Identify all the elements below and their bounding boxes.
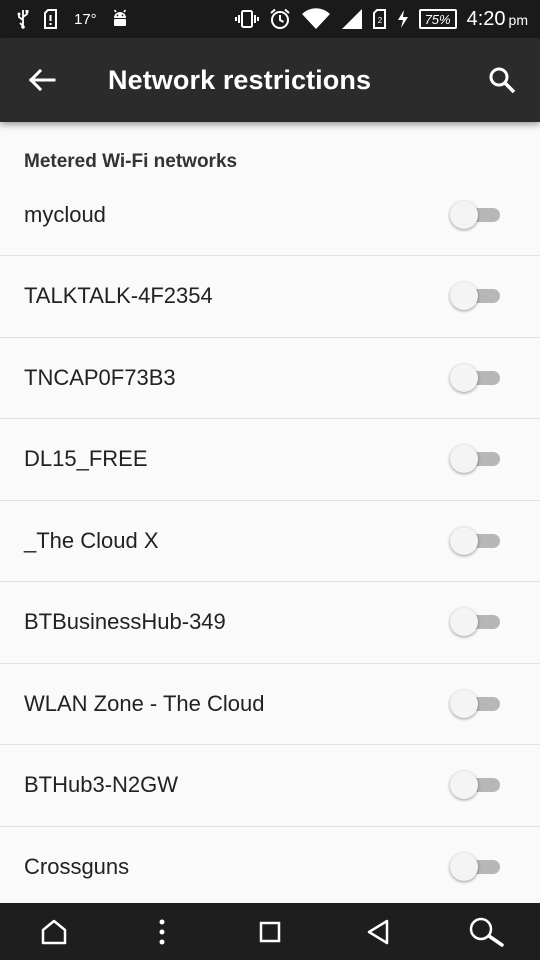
back-button[interactable]: [0, 38, 84, 122]
charging-icon: [397, 9, 409, 29]
network-row[interactable]: _The Cloud X: [0, 501, 540, 582]
nav-recents-button[interactable]: [230, 903, 310, 960]
signal-icon: [341, 8, 363, 30]
temperature: 17°: [74, 10, 97, 28]
arrow-left-icon: [28, 68, 56, 92]
section-header-label: Metered Wi-Fi networks: [24, 151, 238, 172]
sim-alert-icon: [44, 9, 60, 29]
vibrate-icon: [234, 9, 259, 29]
usb-icon: [16, 9, 30, 29]
nav-menu-button[interactable]: [122, 903, 202, 960]
network-name: DL15_FREE: [24, 446, 148, 472]
network-name: mycloud: [24, 201, 106, 227]
network-name: Crossguns: [24, 853, 130, 879]
network-row[interactable]: TALKTALK-4F2354: [0, 256, 540, 338]
metered-toggle[interactable]: [450, 445, 502, 474]
page-title: Network restrictions: [108, 64, 372, 95]
metered-toggle[interactable]: [450, 771, 502, 800]
wifi-icon: [301, 8, 331, 30]
search-icon: [488, 66, 516, 94]
home-icon: [40, 919, 68, 945]
toggle-thumb: [450, 771, 478, 800]
alarm-icon: [269, 8, 291, 30]
metered-toggle[interactable]: [450, 689, 502, 718]
clock-time: 4:20: [466, 7, 506, 30]
metered-toggle[interactable]: [450, 363, 502, 392]
metered-toggle[interactable]: [450, 852, 502, 881]
network-name: BTHub3-N2GW: [24, 772, 179, 798]
toggle-thumb: [450, 526, 478, 555]
network-row[interactable]: BTBusinessHub-349: [0, 582, 540, 664]
network-list: mycloud TALKTALK-4F2354 TNCAP0F73B3 DL15_FR…: [0, 174, 540, 903]
network-row[interactable]: DL15_FREE: [0, 419, 540, 501]
toggle-thumb: [450, 282, 478, 311]
metered-toggle[interactable]: [450, 282, 502, 311]
section-header: Metered Wi-Fi networks: [0, 122, 540, 174]
navigation-bar: [0, 903, 540, 960]
network-name: _The Cloud X: [24, 527, 159, 553]
toggle-thumb: [450, 689, 478, 718]
android-icon: [111, 9, 129, 29]
network-name: TNCAP0F73B3: [24, 364, 176, 390]
network-row[interactable]: mycloud: [0, 174, 540, 256]
network-row[interactable]: BTHub3-N2GW: [0, 745, 540, 827]
network-name: BTBusinessHub-349: [24, 609, 226, 635]
toggle-thumb: [450, 445, 478, 474]
menu-dots-icon: [158, 919, 166, 945]
status-bar: 17° 2 75% 4:20 pm: [0, 0, 540, 38]
toggle-thumb: [450, 608, 478, 637]
recents-icon: [259, 921, 281, 943]
network-row[interactable]: WLAN Zone - The Cloud: [0, 664, 540, 745]
back-triangle-icon: [366, 919, 390, 945]
sim-icon: 2: [372, 9, 387, 29]
svg-text:2: 2: [377, 16, 382, 25]
toggle-thumb: [450, 363, 478, 392]
network-name: TALKTALK-4F2354: [24, 283, 213, 309]
network-row[interactable]: Crossguns: [0, 827, 540, 904]
toggle-thumb: [450, 200, 478, 229]
metered-toggle[interactable]: [450, 526, 502, 555]
metered-toggle[interactable]: [450, 200, 502, 229]
nav-home-button[interactable]: [14, 903, 94, 960]
clock-am-pm: pm: [508, 11, 528, 28]
battery-indicator: 75%: [418, 9, 457, 29]
app-bar: Network restrictions: [0, 38, 540, 122]
toggle-thumb: [450, 852, 478, 881]
search-icon: [467, 917, 505, 947]
network-list-container: Metered Wi-Fi networks mycloud TALKTALK-4…: [0, 122, 540, 903]
nav-back-button[interactable]: [338, 903, 418, 960]
network-name: WLAN Zone - The Cloud: [24, 690, 265, 716]
network-row[interactable]: TNCAP0F73B3: [0, 338, 540, 419]
nav-search-button[interactable]: [446, 903, 526, 960]
search-button[interactable]: [464, 38, 540, 122]
metered-toggle[interactable]: [450, 608, 502, 637]
clock: 4:20 pm: [467, 8, 528, 31]
